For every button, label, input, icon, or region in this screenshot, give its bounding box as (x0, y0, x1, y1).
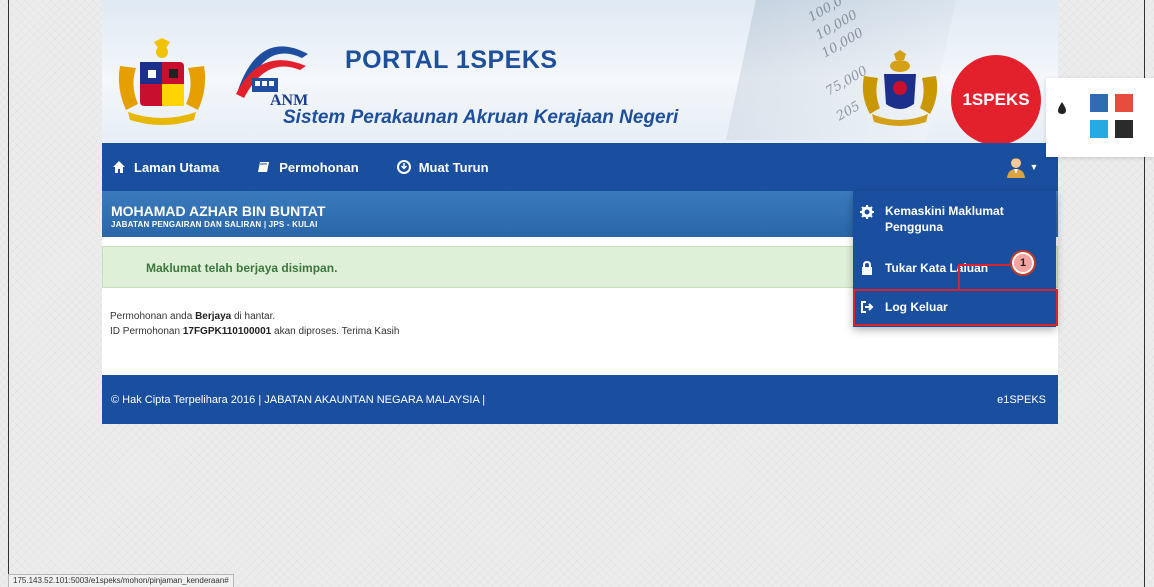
gear-icon (860, 205, 874, 219)
submission-message: Permohonan anda Berjaya di hantar. ID Pe… (110, 309, 399, 339)
nav-item-muat-turun[interactable]: Muat Turun (396, 159, 489, 175)
nav-item-label: Muat Turun (418, 159, 489, 175)
theme-swatch-light-blue[interactable] (1090, 120, 1108, 138)
nav-item-permohonan[interactable]: Permohonan (257, 159, 359, 175)
menu-item-logout[interactable]: Log Keluar (853, 289, 1056, 325)
home-icon (112, 160, 126, 174)
page-footer: © Hak Cipta Terpelihara 2016 | JABATAN A… (102, 375, 1058, 424)
user-menu-toggle[interactable]: ▼ (996, 143, 1048, 191)
message-text: di hantar. (231, 311, 276, 322)
nav-item-laman-utama[interactable]: Laman Utama (112, 160, 219, 175)
sign-out-icon (860, 300, 874, 314)
user-avatar-icon (1006, 158, 1025, 178)
1speks-logo: 1SPEKS (951, 55, 1041, 143)
footer-brand: e1SPEKS (997, 393, 1046, 406)
message-text: akan diproses. Terima Kasih (271, 326, 400, 337)
footer-copyright: © Hak Cipta Terpelihara 2016 | JABATAN A… (111, 393, 486, 406)
download-circle-icon (396, 160, 411, 174)
theme-switcher-panel (1046, 78, 1154, 157)
callout-number-badge: 1 (1010, 250, 1036, 276)
menu-item-edit-profile[interactable]: Kemaskini Maklumat Pengguna (853, 203, 1056, 243)
message-line-2: ID Permohonan 17FGPK110100001 akan dipro… (110, 324, 399, 339)
portal-title: PORTAL 1SPEKS (345, 46, 558, 74)
nav-item-label: Permohonan (279, 159, 359, 175)
johor-coat-of-arms-logo (862, 50, 938, 126)
menu-item-label: Tukar Kata Laluan (885, 261, 989, 275)
theme-swatch-dark[interactable] (1115, 120, 1133, 138)
chevron-down-icon: ▼ (1029, 162, 1039, 172)
header-banner: 100,0 10,000 10,000 75,000 205 ANM PORTA… (102, 0, 1058, 143)
color-drop-icon[interactable] (1054, 100, 1070, 116)
menu-item-label-line: Pengguna (885, 220, 944, 234)
message-line-1: Permohonan anda Berjaya di hantar. (110, 309, 399, 324)
message-status: Berjaya (195, 311, 232, 322)
main-navbar: Laman Utama Permohonan Muat Turun ▼ (102, 143, 1058, 191)
portal-subtitle: Sistem Perakaunan Akruan Kerajaan Negeri (283, 107, 679, 128)
theme-swatch-red[interactable] (1115, 94, 1133, 112)
message-text: Permohonan anda (110, 311, 196, 322)
application-id: 17FGPK110100001 (182, 326, 272, 337)
message-text: ID Permohonan (110, 326, 183, 337)
status-bar-url: 175.143.52.101:5003/e1speks/mohon/pinjam… (8, 574, 234, 587)
nav-item-label: Laman Utama (134, 159, 220, 175)
theme-swatch-blue[interactable] (1090, 94, 1108, 112)
malaysia-coat-of-arms-logo (118, 38, 206, 125)
menu-item-label: Log Keluar (885, 300, 948, 314)
book-icon (257, 160, 271, 174)
menu-item-label: Kemaskini Maklumat Pengguna (885, 203, 1004, 243)
lock-icon (860, 261, 874, 275)
menu-item-label-line: Kemaskini Maklumat (885, 204, 1004, 218)
